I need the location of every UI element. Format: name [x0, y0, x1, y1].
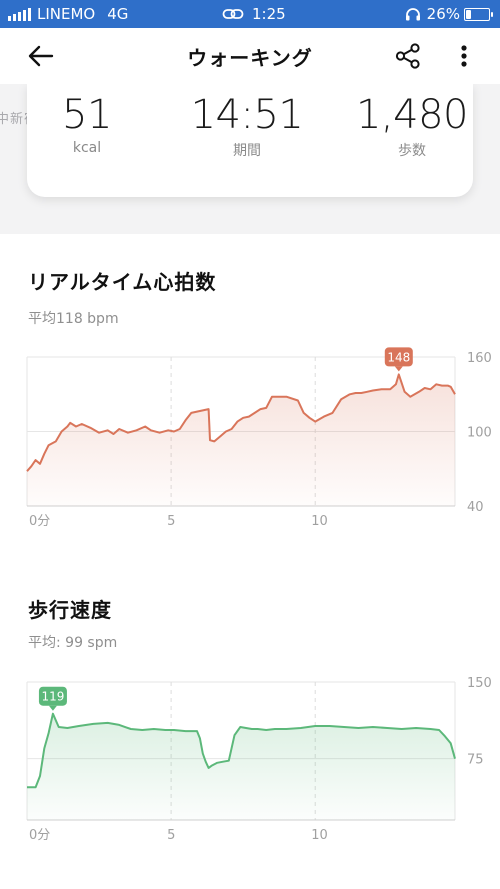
stat-value: 14:51 [190, 92, 304, 138]
cadence-title: 歩行速度 [28, 598, 112, 622]
y-tick-label: 160 [467, 351, 492, 366]
x-tick-label: 5 [167, 828, 175, 843]
battery-fill [466, 9, 472, 19]
y-tick-label: 150 [467, 676, 492, 691]
peak-badge-pointer [48, 705, 57, 711]
y-tick-label: 75 [467, 753, 484, 768]
peak-badge-pointer [394, 366, 403, 372]
link-icon [222, 9, 244, 19]
signal-icon [8, 7, 31, 21]
app-header: ウォーキング [0, 28, 500, 84]
x-tick-label: 10 [311, 828, 328, 843]
stat-label: kcal [72, 140, 102, 156]
stat-steps: 1,480 歩数 [337, 92, 487, 160]
y-tick-label: 40 [467, 500, 484, 515]
stat-label: 期間 [233, 143, 261, 159]
x-tick-label: 5 [167, 514, 175, 529]
x-tick-label: 0分 [29, 828, 50, 843]
stat-label: 歩数 [398, 143, 426, 159]
series-area [27, 374, 455, 506]
heart-rate-chart[interactable]: 160 100 40 0分 5 10 148 [0, 340, 500, 540]
peak-label: 119 [41, 690, 64, 704]
cadence-chart[interactable]: 150 75 0分 5 10 119 [0, 668, 500, 868]
status-left: LINEMO 4G [8, 5, 128, 23]
status-right: 26% [405, 5, 493, 23]
status-bar: LINEMO 4G 1:25 26% [0, 0, 500, 28]
series-area [27, 713, 455, 820]
status-center: 1:25 [222, 5, 286, 23]
stat-value: 1,480 [355, 92, 469, 138]
x-tick-label: 0分 [29, 514, 50, 529]
stat-value: 51 [62, 92, 112, 138]
battery-percent: 26% [426, 5, 460, 23]
headphones-icon [405, 8, 420, 21]
stat-duration: 14:51 期間 [167, 92, 327, 160]
heart-rate-title: リアルタイム心拍数 [28, 270, 217, 294]
y-tick-label: 100 [467, 426, 492, 441]
network-type: 4G [107, 5, 129, 23]
summary-card: 51 kcal 14:51 期間 1,480 歩数 [27, 84, 473, 197]
peak-label: 148 [387, 350, 410, 364]
heart-rate-average: 平均118 bpm [28, 311, 119, 327]
share-icon[interactable] [394, 42, 422, 70]
stat-calories: 51 kcal [45, 92, 129, 156]
battery-icon [464, 7, 493, 21]
carrier-name: LINEMO [37, 5, 96, 23]
page-title: ウォーキング [187, 46, 313, 70]
cadence-average: 平均: 99 spm [28, 635, 118, 651]
x-tick-label: 10 [311, 514, 328, 529]
clock: 1:25 [252, 5, 286, 23]
more-vertical-icon[interactable] [456, 42, 472, 70]
